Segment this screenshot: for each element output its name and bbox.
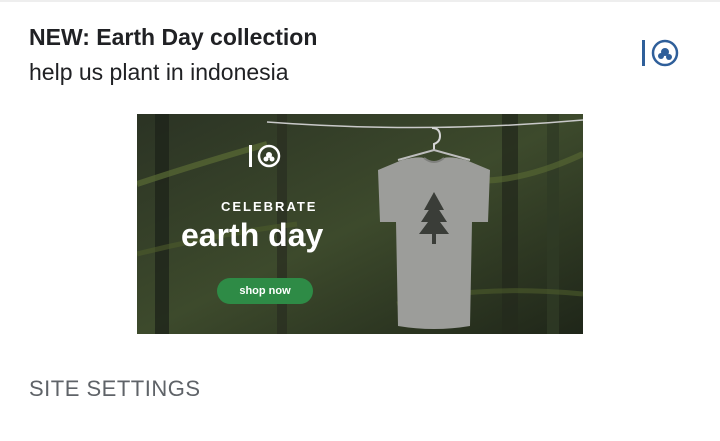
tshirt-image: [378, 127, 490, 329]
notification-body: help us plant in indonesia: [29, 59, 289, 85]
site-settings-button[interactable]: SITE SETTINGS: [29, 376, 201, 402]
banner-headline: earth day: [181, 217, 324, 253]
tentree-logo-icon[interactable]: [640, 36, 682, 70]
banner-logo-icon: [245, 140, 285, 172]
celebrate-text: CELEBRATE: [221, 199, 318, 214]
top-divider: [0, 0, 720, 2]
promo-banner[interactable]: CELEBRATE earth day shop now: [137, 114, 583, 334]
shop-now-button[interactable]: shop now: [217, 278, 313, 304]
notification-title: NEW: Earth Day collection: [29, 24, 318, 50]
